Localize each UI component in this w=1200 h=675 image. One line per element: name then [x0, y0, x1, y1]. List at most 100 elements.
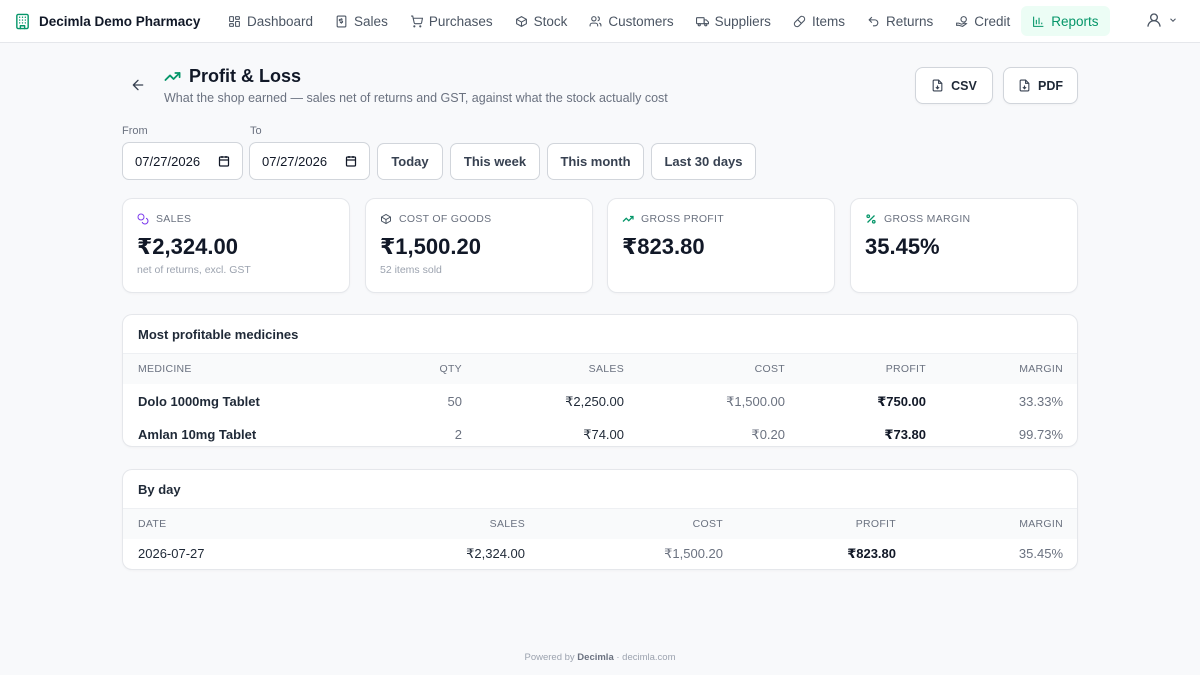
user-icon: [1147, 13, 1161, 27]
trending-up-icon: [622, 215, 634, 222]
back-arrow-icon[interactable]: [130, 77, 146, 93]
cart-icon: [410, 15, 423, 27]
chevron-down-icon: [1170, 18, 1176, 22]
package-icon: [381, 213, 391, 225]
grid-icon: [229, 15, 240, 27]
preset-this-week-button[interactable]: This week: [450, 143, 540, 180]
column-header: QTY: [439, 363, 462, 375]
receipt-icon: [336, 15, 347, 27]
from-label: From: [122, 125, 148, 137]
sales-cell: ₹2,250.00: [565, 394, 624, 409]
column-header: COST: [692, 518, 723, 530]
nav-item-label: Items: [811, 13, 845, 29]
user-menu[interactable]: [1146, 12, 1178, 28]
page-title-row: Profit & Loss: [164, 66, 301, 87]
nav-item-reports[interactable]: Reports: [1021, 6, 1110, 36]
nav-item-credit[interactable]: Credit: [944, 6, 1021, 36]
from-date-value: 07/27/2026: [135, 153, 201, 169]
stat-label: GROSS PROFIT: [641, 213, 724, 225]
nav-item-suppliers[interactable]: Suppliers: [685, 6, 782, 36]
nav-item-stock[interactable]: Stock: [504, 6, 579, 36]
nav-item-purchases[interactable]: Purchases: [399, 6, 504, 36]
stat-label: GROSS MARGIN: [884, 213, 971, 225]
to-date-input[interactable]: 07/27/2026: [249, 142, 370, 180]
column-header: SALES: [489, 518, 525, 530]
margin-cell: 99.73%: [1018, 427, 1063, 442]
footer: Powered by Decimla · decimla.com: [0, 652, 1200, 663]
stat-value: ₹1,500.20: [380, 234, 481, 259]
table-row[interactable]: 2026-07-27 ₹2,324.00 ₹1,500.20 ₹823.80 3…: [123, 539, 1077, 569]
profit-cell: ₹73.80: [884, 427, 926, 442]
nav-item-label: Purchases: [428, 13, 493, 29]
column-header: MARGIN: [1019, 518, 1063, 530]
stat-card-sales: SALES ₹2,324.00 net of returns, excl. GS…: [122, 198, 350, 293]
stat-value: 35.45%: [865, 234, 940, 259]
export-csv-label: CSV: [951, 78, 977, 93]
nav-item-returns[interactable]: Returns: [856, 6, 944, 36]
preset-last-30-days-button[interactable]: Last 30 days: [651, 143, 756, 180]
sales-cell: ₹2,324.00: [466, 546, 525, 561]
nav-item-label: Stock: [533, 13, 568, 29]
main-nav: Dashboard Sales Purchases Stock Customer…: [217, 6, 1110, 36]
undo-icon: [868, 16, 879, 26]
nav-item-label: Reports: [1051, 13, 1099, 29]
trending-up-icon: [164, 72, 181, 81]
cost-cell: ₹1,500.00: [726, 394, 785, 409]
qty-cell: 50: [447, 394, 462, 409]
file-download-icon: [932, 79, 943, 92]
nav-item-items[interactable]: Items: [782, 6, 856, 36]
profit-cell: ₹823.80: [847, 546, 896, 561]
nav-item-label: Dashboard: [247, 13, 314, 29]
nav-item-sales[interactable]: Sales: [324, 6, 399, 36]
pill-icon: [793, 15, 806, 27]
column-header: SALES: [588, 363, 624, 375]
to-date-value: 07/27/2026: [262, 153, 328, 169]
most-profitable-medicines-table: Most profitable medicines MEDICINE QTY S…: [122, 314, 1078, 447]
by-day-table: By day DATE SALES COST PROFIT MARGIN 202…: [122, 469, 1078, 570]
column-header: PROFIT: [855, 518, 896, 530]
table-header-row: MEDICINE QTY SALES COST PROFIT MARGIN: [123, 354, 1077, 384]
calendar-icon[interactable]: [218, 155, 230, 167]
panel-title: Most profitable medicines: [123, 315, 1077, 354]
table-row[interactable]: Amlan 10mg Tablet 2 ₹74.00 ₹0.20 ₹73.80 …: [123, 420, 1077, 446]
cost-cell: ₹0.20: [751, 427, 785, 442]
export-pdf-label: PDF: [1038, 78, 1063, 93]
box-icon: [515, 15, 527, 27]
preset-this-month-button[interactable]: This month: [547, 143, 644, 180]
top-navbar: Decimla Demo Pharmacy Dashboard Sales Pu…: [0, 0, 1200, 43]
page-subtitle: What the shop earned — sales net of retu…: [164, 91, 668, 105]
calendar-icon[interactable]: [345, 155, 357, 167]
stat-card-gross-profit: GROSS PROFIT ₹823.80: [607, 198, 835, 293]
profit-cell: ₹750.00: [877, 394, 926, 409]
from-date-input[interactable]: 07/27/2026: [122, 142, 243, 180]
column-header: PROFIT: [885, 363, 926, 375]
page-title: Profit & Loss: [189, 66, 302, 86]
export-pdf-button[interactable]: PDF: [1003, 67, 1078, 104]
preset-today-button[interactable]: Today: [377, 143, 443, 180]
nav-item-dashboard[interactable]: Dashboard: [217, 6, 324, 36]
nav-item-customers[interactable]: Customers: [578, 6, 684, 36]
handcoins-icon: [956, 15, 968, 27]
nav-item-label: Returns: [885, 13, 934, 29]
stat-subtext: 52 items sold: [380, 264, 442, 276]
column-header: COST: [754, 363, 785, 375]
stat-label: COST OF GOODS: [399, 213, 492, 225]
footer-brand-link[interactable]: Decimla: [577, 652, 613, 663]
stat-value: ₹2,324.00: [137, 234, 238, 259]
medicine-name: Amlan 10mg Tablet: [138, 427, 257, 442]
export-csv-button[interactable]: CSV: [915, 67, 993, 104]
stat-subtext: net of returns, excl. GST: [137, 264, 251, 276]
table-row[interactable]: Dolo 1000mg Tablet 50 ₹2,250.00 ₹1,500.0…: [123, 387, 1077, 417]
to-label: To: [250, 125, 262, 137]
brand[interactable]: Decimla Demo Pharmacy: [14, 13, 204, 30]
column-header: MEDICINE: [138, 363, 192, 375]
percent-icon: [866, 214, 876, 224]
bar-chart-icon: [1033, 16, 1044, 27]
nav-item-label: Credit: [974, 13, 1011, 29]
stat-card-cost-of-goods: COST OF GOODS ₹1,500.20 52 items sold: [365, 198, 593, 293]
truck-icon: [695, 16, 709, 26]
footer-suffix: · decimla.com: [616, 652, 676, 663]
sales-cell: ₹74.00: [583, 427, 624, 442]
table-header-row: DATE SALES COST PROFIT MARGIN: [123, 509, 1077, 539]
nav-item-label: Sales: [354, 13, 388, 29]
